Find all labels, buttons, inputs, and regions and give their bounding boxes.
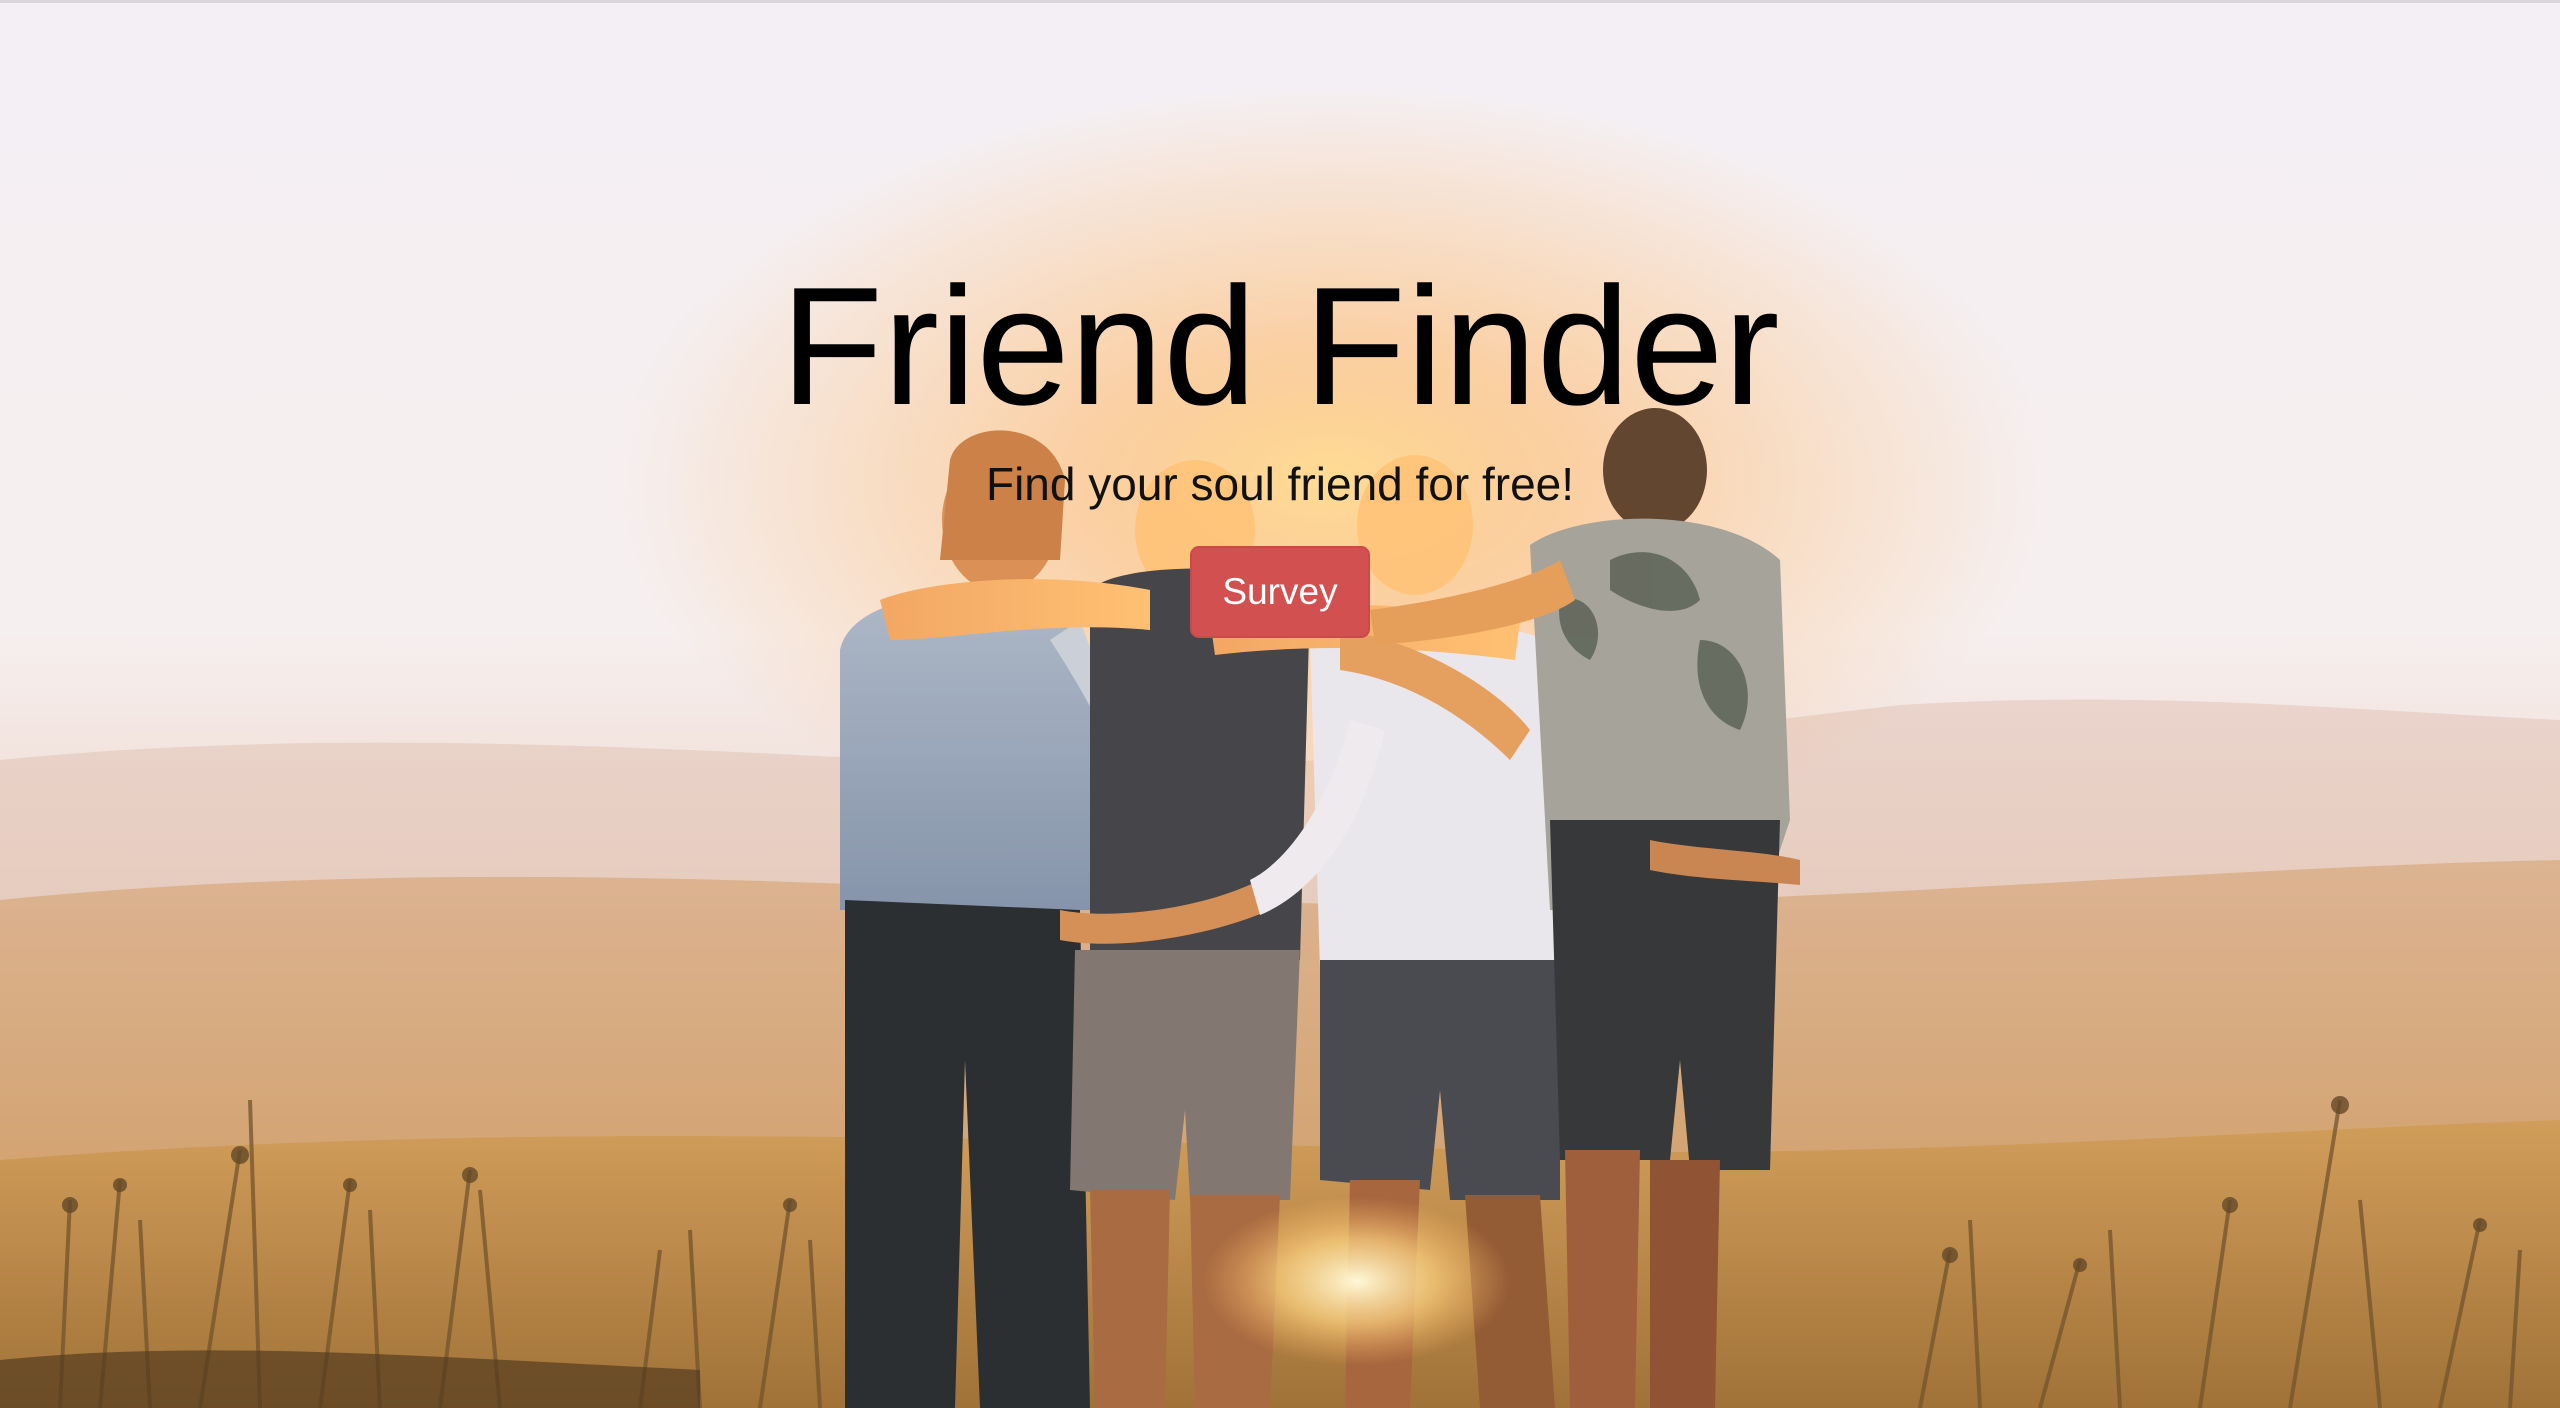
window-top-border xyxy=(0,0,2560,3)
survey-button[interactable]: Survey xyxy=(1190,546,1370,638)
page-title: Friend Finder xyxy=(780,252,1780,440)
hero-content: Friend Finder Find your soul friend for … xyxy=(0,0,2560,1408)
page-subtitle: Find your soul friend for free! xyxy=(985,458,1575,510)
